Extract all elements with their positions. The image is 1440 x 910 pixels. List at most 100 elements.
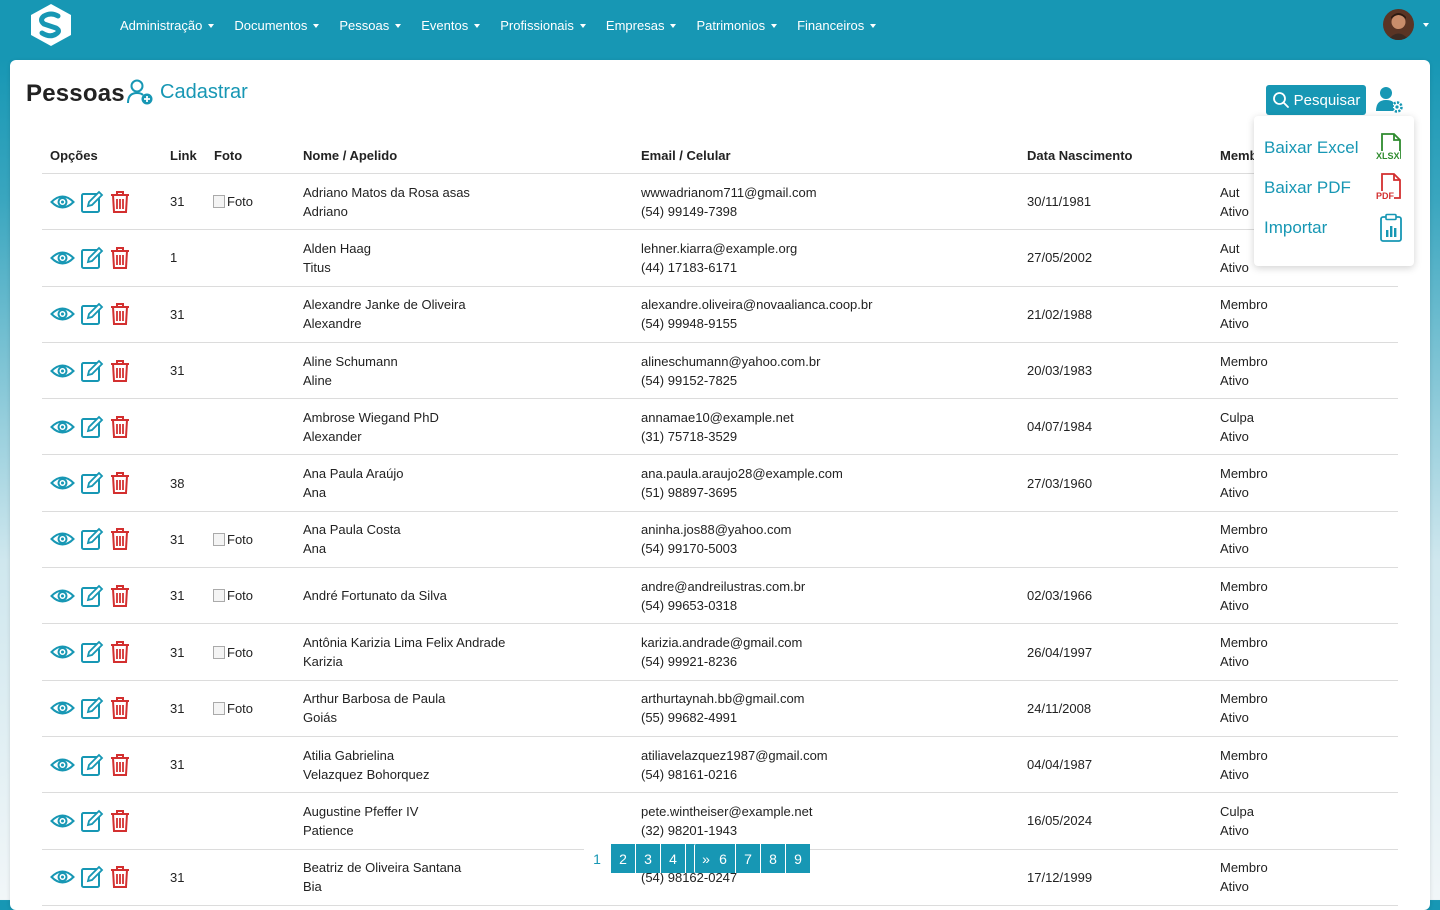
edit-icon[interactable] <box>80 471 104 495</box>
menu-profissionais[interactable]: Profissionais <box>490 18 596 33</box>
page-next-button[interactable]: » <box>694 844 717 873</box>
edit-icon[interactable] <box>80 640 104 664</box>
menu-eventos[interactable]: Eventos <box>411 18 490 33</box>
member-type: Membro <box>1220 353 1268 369</box>
person-nickname: Goiás <box>303 710 337 726</box>
view-eye-icon[interactable] <box>50 811 75 831</box>
menu-empresas[interactable]: Empresas <box>596 18 687 33</box>
page-number-button[interactable]: 2 <box>610 844 635 873</box>
edit-icon[interactable] <box>80 359 104 383</box>
view-eye-icon[interactable] <box>50 248 75 268</box>
col-birth[interactable]: Data Nascimento <box>1027 148 1132 163</box>
user-menu[interactable] <box>1383 9 1429 40</box>
member-status: Ativo <box>1220 822 1249 838</box>
edit-icon[interactable] <box>80 753 104 777</box>
delete-trash-icon[interactable] <box>109 865 131 889</box>
person-birthdate: 21/02/1988 <box>1027 306 1093 322</box>
col-email[interactable]: Email / Celular <box>641 148 731 163</box>
person-phone: (44) 17183-6171 <box>641 259 738 275</box>
delete-trash-icon[interactable] <box>109 359 131 383</box>
link-count: 31 <box>170 306 185 322</box>
view-eye-icon[interactable] <box>50 642 75 662</box>
edit-icon[interactable] <box>80 302 104 326</box>
cell-name: Ana Paula Araújo Ana <box>303 455 403 510</box>
delete-trash-icon[interactable] <box>109 415 131 439</box>
edit-icon[interactable] <box>80 527 104 551</box>
user-settings-button[interactable] <box>1374 84 1404 119</box>
cell-link: 31 <box>170 287 184 342</box>
member-status: Ativo <box>1220 259 1249 275</box>
view-eye-icon[interactable] <box>50 755 75 775</box>
edit-icon[interactable] <box>80 809 104 833</box>
caret-down-icon <box>870 23 877 28</box>
row-options <box>50 512 136 567</box>
delete-trash-icon[interactable] <box>109 302 131 326</box>
export-excel-item[interactable]: Baixar Excel XLSX <box>1264 131 1404 165</box>
edit-icon[interactable] <box>80 696 104 720</box>
cell-link: 31 <box>170 568 184 623</box>
col-name[interactable]: Nome / Apelido <box>303 148 397 163</box>
col-link[interactable]: Link <box>170 148 197 163</box>
search-button[interactable]: Pesquisar <box>1266 85 1366 115</box>
import-item[interactable]: Importar <box>1264 211 1404 245</box>
menu-patrimonios[interactable]: Patrimonios <box>686 18 787 33</box>
page-number-button[interactable]: 8 <box>760 844 785 873</box>
person-nickname: Karizia <box>303 654 343 670</box>
page-number-button[interactable]: 9 <box>785 844 810 873</box>
delete-trash-icon[interactable] <box>109 471 131 495</box>
caret-down-icon <box>208 23 215 28</box>
member-status: Ativo <box>1220 879 1249 895</box>
edit-icon[interactable] <box>80 246 104 270</box>
cell-birth: 04/04/1987 <box>1027 737 1092 792</box>
view-eye-icon[interactable] <box>50 417 75 437</box>
person-phone: (54) 99921-8236 <box>641 654 738 670</box>
delete-trash-icon[interactable] <box>109 190 131 214</box>
delete-trash-icon[interactable] <box>109 584 131 608</box>
table-row: 38 Ana Paula Araújo Ana ana.paula.araujo28@… <box>42 455 1398 512</box>
delete-trash-icon[interactable] <box>109 246 131 270</box>
link-count: 31 <box>170 700 185 716</box>
view-eye-icon[interactable] <box>50 586 75 606</box>
member-type: Membro <box>1220 522 1268 538</box>
row-options <box>50 399 136 454</box>
delete-trash-icon[interactable] <box>109 640 131 664</box>
add-person-label: Cadastrar <box>160 80 248 103</box>
person-phone: (54) 99152-7825 <box>641 372 738 388</box>
app-logo[interactable] <box>28 3 74 47</box>
col-member[interactable]: Memb <box>1220 148 1258 163</box>
delete-trash-icon[interactable] <box>109 809 131 833</box>
cell-link: 31 <box>170 343 184 398</box>
page-number-button[interactable]: 4 <box>660 844 685 873</box>
page-current[interactable]: 1 <box>584 844 610 873</box>
caret-down-icon <box>395 23 402 28</box>
page-number-button[interactable]: 3 <box>635 844 660 873</box>
cell-name: André Fortunato da Silva <box>303 568 447 623</box>
menu-documentos[interactable]: Documentos <box>224 18 329 33</box>
cell-email: andre@andreilustras.com.br (54) 99653-031… <box>641 568 805 623</box>
edit-icon[interactable] <box>80 415 104 439</box>
add-person-button[interactable]: Cadastrar <box>126 78 248 106</box>
edit-icon[interactable] <box>80 190 104 214</box>
delete-trash-icon[interactable] <box>109 696 131 720</box>
export-pdf-item[interactable]: Baixar PDF PDF <box>1264 171 1404 205</box>
menu-pessoas[interactable]: Pessoas <box>329 18 411 33</box>
person-birthdate: 20/03/1983 <box>1027 363 1093 379</box>
edit-icon[interactable] <box>80 584 104 608</box>
content-card: Pessoas Cadastrar Pesquisar Baixar Excel <box>10 60 1430 910</box>
menu-financeiros[interactable]: Financeiros <box>787 18 886 33</box>
page-number-button[interactable]: 7 <box>735 844 760 873</box>
delete-trash-icon[interactable] <box>109 527 131 551</box>
view-eye-icon[interactable] <box>50 529 75 549</box>
menu-administracao[interactable]: Administração <box>110 18 224 33</box>
view-eye-icon[interactable] <box>50 304 75 324</box>
view-eye-icon[interactable] <box>50 192 75 212</box>
view-eye-icon[interactable] <box>50 361 75 381</box>
view-eye-icon[interactable] <box>50 867 75 887</box>
edit-icon[interactable] <box>80 865 104 889</box>
view-eye-icon[interactable] <box>50 473 75 493</box>
delete-trash-icon[interactable] <box>109 753 131 777</box>
view-eye-icon[interactable] <box>50 698 75 718</box>
table-row: 31 Foto Arthur Barbosa de Paula Goiás arthur… <box>42 681 1398 737</box>
person-nickname: Patience <box>303 822 354 838</box>
cell-member: Aut Ativo <box>1220 174 1249 229</box>
